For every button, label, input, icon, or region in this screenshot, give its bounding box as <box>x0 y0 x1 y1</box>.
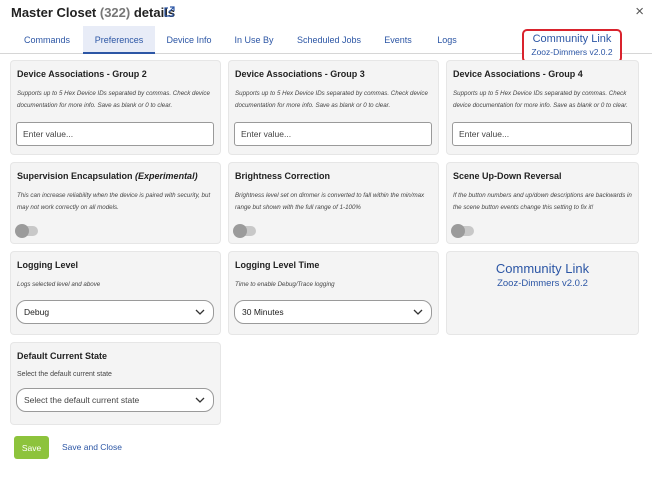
card-brightness-correction: Brightness Correction Brightness level s… <box>229 163 438 243</box>
card-description: If the button numbers and up/down descri… <box>453 192 632 211</box>
scene-reversal-toggle[interactable] <box>451 224 474 238</box>
group-2-input[interactable] <box>16 122 214 146</box>
community-link-highlight[interactable]: Community Link Zooz-Dimmers v2.0.2 <box>522 29 622 63</box>
toggle-knob <box>15 224 29 238</box>
card-description: This can increase reliability when the d… <box>17 192 211 211</box>
chevron-down-icon <box>195 397 205 403</box>
toggle-knob <box>233 224 247 238</box>
card-title: Logging Level <box>17 260 79 270</box>
selected-value: Select the default current state <box>24 395 140 405</box>
logging-level-select[interactable]: Debug <box>16 300 214 324</box>
card-title: Logging Level Time <box>235 260 320 270</box>
card-device-associations-group-2: Device Associations - Group 2 Supports u… <box>11 61 220 154</box>
card-supervision-encapsulation: Supervision Encapsulation (Experimental)… <box>11 163 220 243</box>
card-device-associations-group-4: Device Associations - Group 4 Supports u… <box>447 61 638 154</box>
selected-value: 30 Minutes <box>242 307 284 317</box>
community-link-version[interactable]: Zooz-Dimmers v2.0.2 <box>447 278 638 289</box>
group-4-input[interactable] <box>452 122 632 146</box>
tab-preferences[interactable]: Preferences <box>83 26 155 54</box>
card-description: Select the default current state <box>17 371 112 378</box>
tab-events[interactable]: Events <box>378 26 418 54</box>
card-title: Device Associations - Group 2 <box>17 69 147 79</box>
card-community-link[interactable]: Community Link Zooz-Dimmers v2.0.2 <box>447 252 638 334</box>
group-3-input[interactable] <box>234 122 432 146</box>
tab-commands[interactable]: Commands <box>14 26 80 54</box>
page-title: Master Closet (322) details <box>11 5 175 20</box>
device-id: (322) <box>99 5 131 20</box>
save-and-close-link[interactable]: Save and Close <box>62 442 122 452</box>
card-scene-up-down-reversal: Scene Up-Down Reversal If the button num… <box>447 163 638 243</box>
card-default-current-state: Default Current State Select the default… <box>11 343 220 424</box>
card-description: Time to enable Debug/Trace logging <box>235 281 335 288</box>
card-description: Supports up to 5 Hex Device IDs separate… <box>453 90 628 109</box>
card-device-associations-group-3: Device Associations - Group 3 Supports u… <box>229 61 438 154</box>
community-link-title[interactable]: Community Link <box>524 33 620 45</box>
save-button[interactable]: Save <box>14 436 49 459</box>
card-logging-level: Logging Level Logs selected level and ab… <box>11 252 220 334</box>
tab-logs[interactable]: Logs <box>430 26 464 54</box>
card-logging-level-time: Logging Level Time Time to enable Debug/… <box>229 252 438 334</box>
tab-in-use-by[interactable]: In Use By <box>228 26 280 54</box>
logging-time-select[interactable]: 30 Minutes <box>234 300 432 324</box>
community-link-title[interactable]: Community Link <box>447 261 638 276</box>
card-description: Logs selected level and above <box>17 281 101 288</box>
toggle-knob <box>451 224 465 238</box>
close-icon[interactable]: × <box>635 4 644 19</box>
community-link-version[interactable]: Zooz-Dimmers v2.0.2 <box>524 47 620 57</box>
device-name: Master Closet <box>11 5 97 20</box>
card-title: Brightness Correction <box>235 171 331 181</box>
card-description: Brightness level set on dimmer is conver… <box>235 192 425 211</box>
card-title: Supervision Encapsulation (Experimental) <box>17 171 198 181</box>
card-title: Device Associations - Group 3 <box>235 69 365 79</box>
default-state-select[interactable]: Select the default current state <box>16 388 214 412</box>
supervision-toggle[interactable] <box>15 224 38 238</box>
tab-scheduled-jobs[interactable]: Scheduled Jobs <box>292 26 366 54</box>
dialog-header: Master Closet (322) details × <box>0 0 652 26</box>
chevron-down-icon <box>195 309 205 315</box>
brightness-toggle[interactable] <box>233 224 256 238</box>
card-description: Supports up to 5 Hex Device IDs separate… <box>17 90 210 109</box>
card-title: Device Associations - Group 4 <box>453 69 583 79</box>
tab-device-info[interactable]: Device Info <box>160 26 218 54</box>
card-title-text: Supervision Encapsulation <box>17 171 133 181</box>
card-title: Scene Up-Down Reversal <box>453 171 562 181</box>
external-link-icon[interactable] <box>163 6 175 18</box>
selected-value: Debug <box>24 307 50 317</box>
card-description: Supports up to 5 Hex Device IDs separate… <box>235 90 428 109</box>
chevron-down-icon <box>413 309 423 315</box>
experimental-tag: (Experimental) <box>135 171 198 181</box>
card-title: Default Current State <box>17 351 108 361</box>
